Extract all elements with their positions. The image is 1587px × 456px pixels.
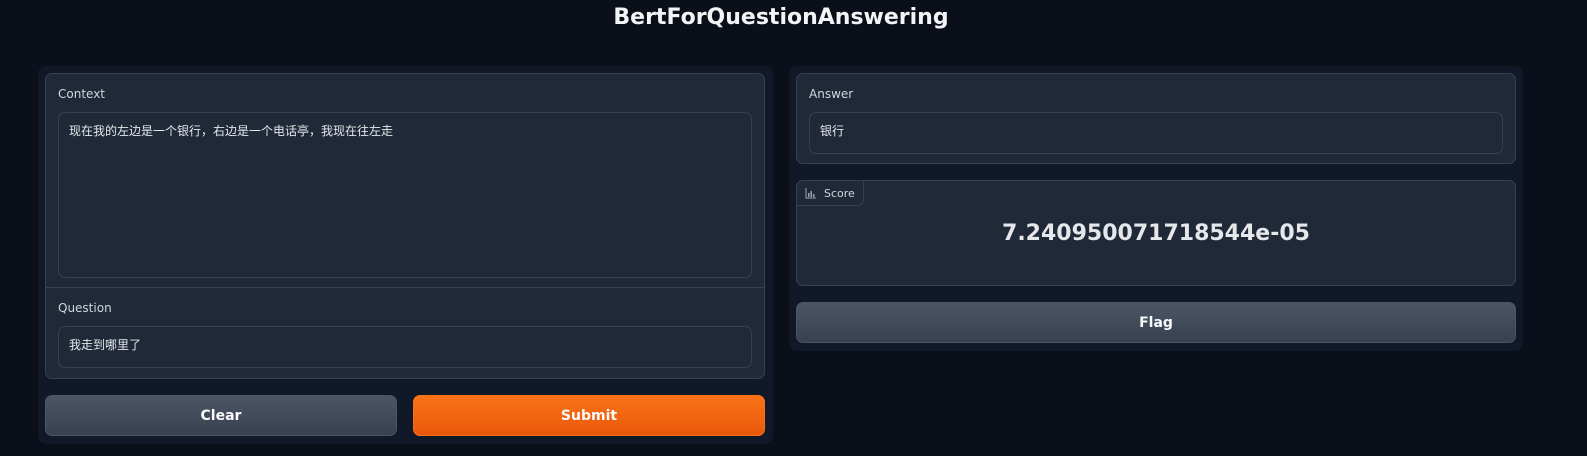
- question-label: Question: [58, 301, 112, 315]
- field-divider: [46, 287, 764, 288]
- input-panel: Context 现在我的左边是一个银行，右边是一个电话亭，我现在往左走 Ques…: [38, 66, 773, 444]
- answer-output: 银行: [809, 112, 1503, 154]
- score-card: Score 7.240950071718544e-05: [796, 180, 1516, 286]
- score-value: 7.240950071718544e-05: [1002, 221, 1310, 246]
- clear-button[interactable]: Clear: [45, 395, 397, 436]
- context-textarea[interactable]: 现在我的左边是一个银行，右边是一个电话亭，我现在往左走: [58, 112, 752, 278]
- context-label: Context: [58, 87, 106, 101]
- score-label: Score: [824, 186, 855, 200]
- submit-button[interactable]: Submit: [413, 395, 765, 436]
- score-tag: Score: [796, 180, 864, 206]
- page-title: BertForQuestionAnswering: [613, 5, 949, 30]
- answer-label: Answer: [809, 87, 854, 101]
- question-textarea[interactable]: 我走到哪里了: [58, 326, 752, 368]
- output-panel: Answer 银行 Score 7.240950071718544e-05 Fl…: [789, 66, 1523, 351]
- answer-card: Answer 银行: [796, 73, 1516, 164]
- flag-button[interactable]: Flag: [796, 302, 1516, 343]
- input-form-card: Context 现在我的左边是一个银行，右边是一个电话亭，我现在往左走 Ques…: [45, 73, 765, 379]
- bar-chart-icon: [805, 187, 816, 198]
